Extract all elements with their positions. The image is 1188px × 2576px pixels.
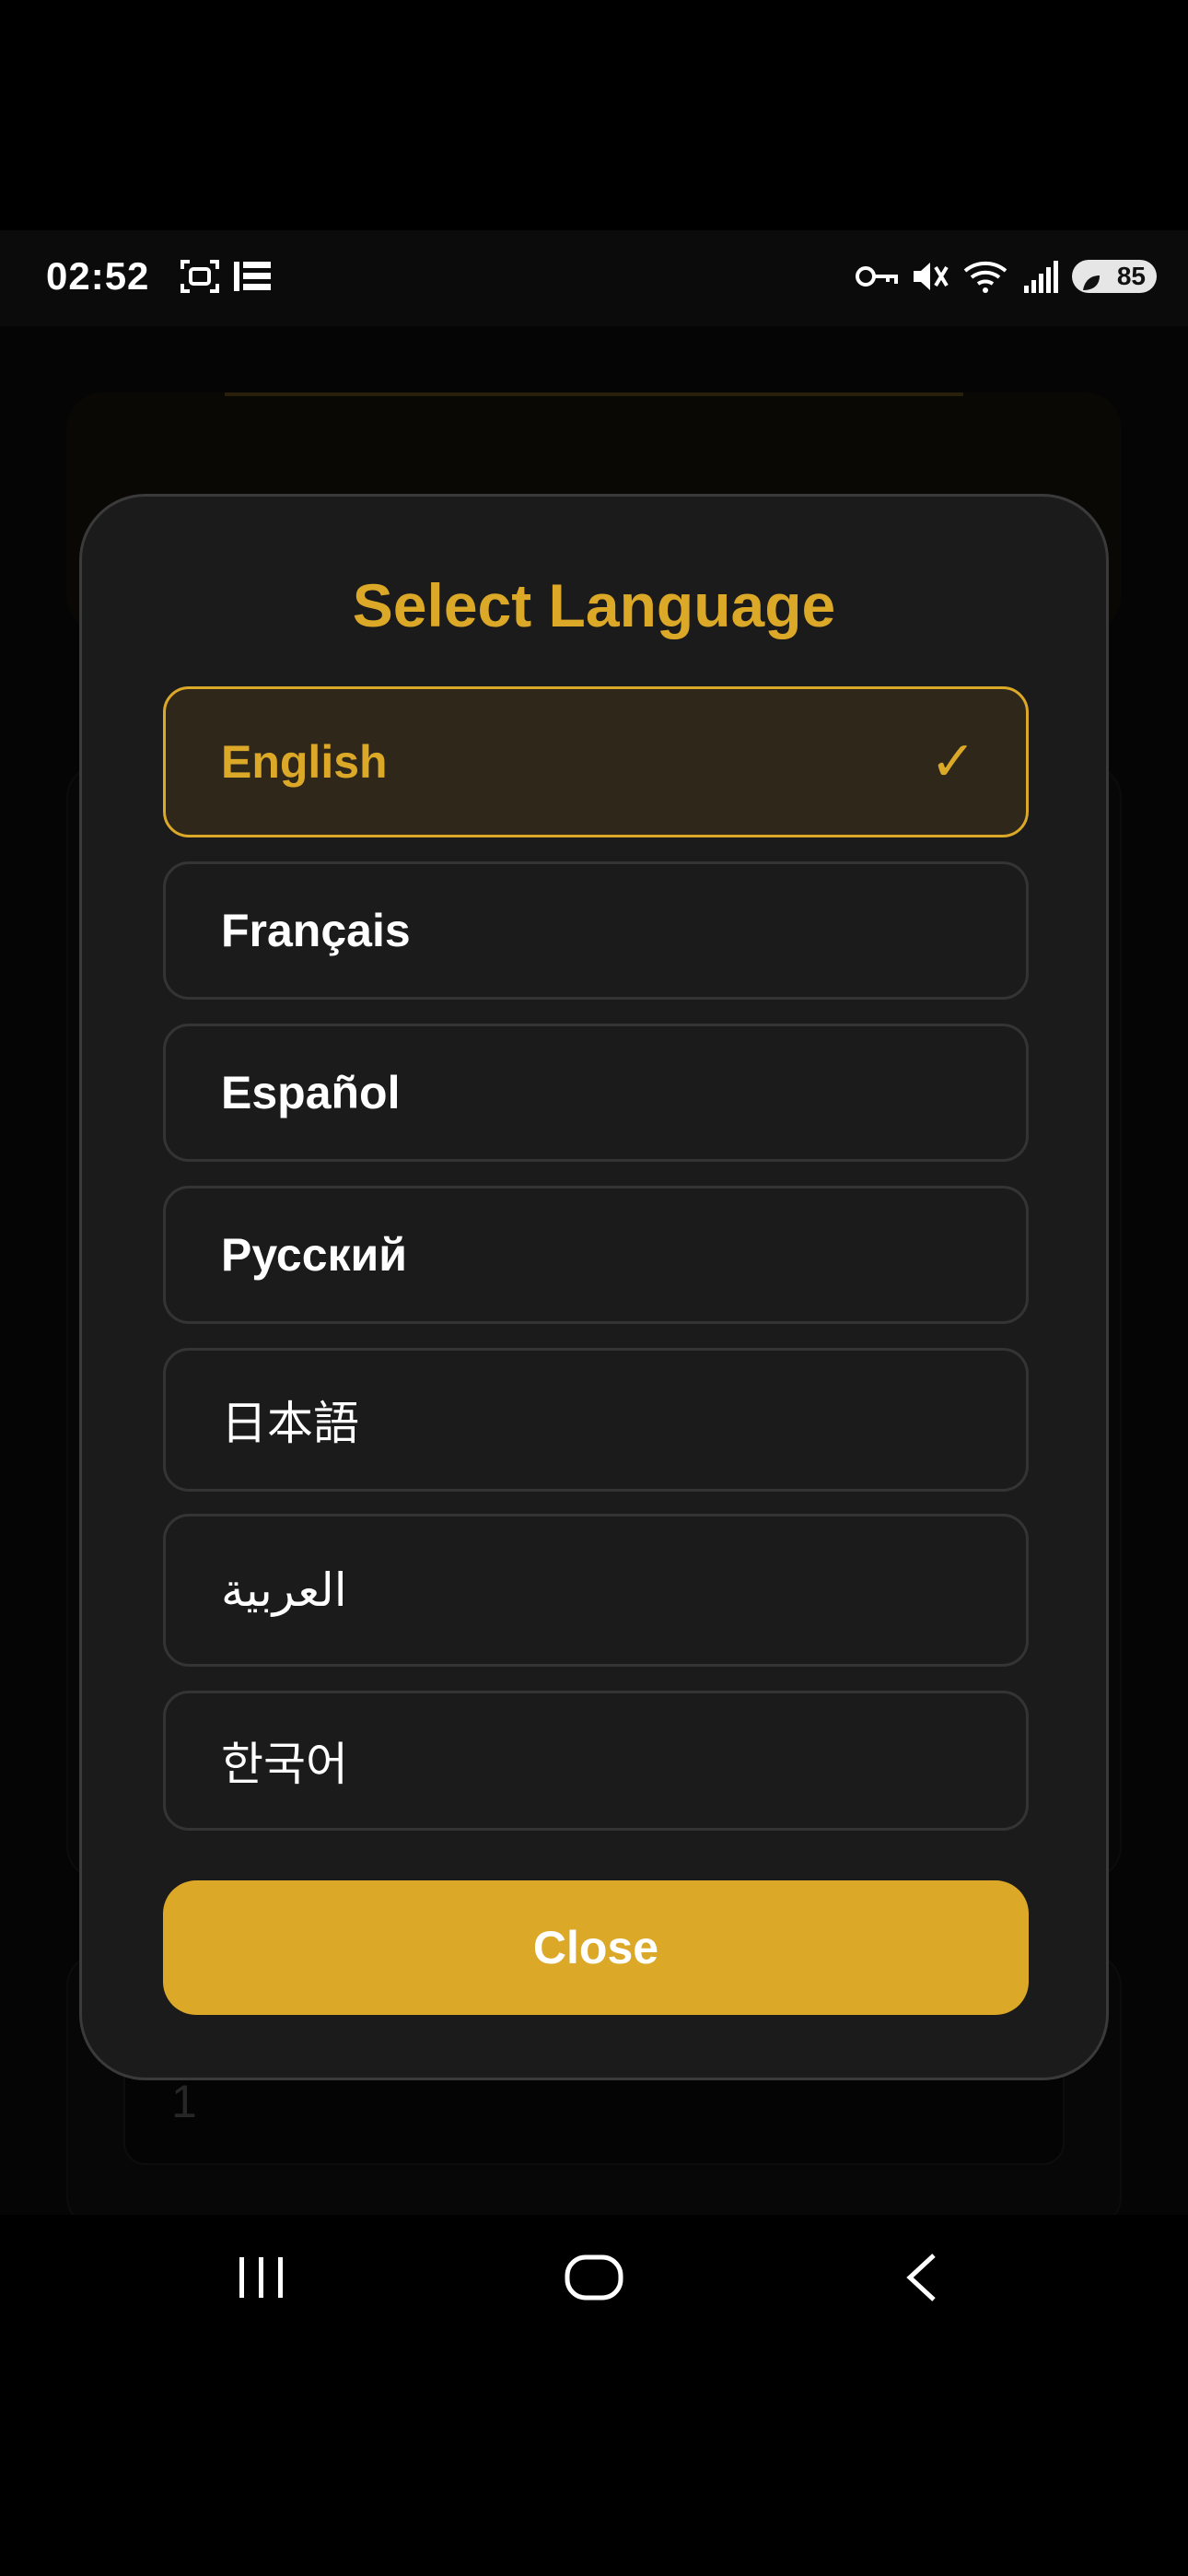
recent-apps-icon[interactable]: [234, 2250, 289, 2310]
language-label: Español: [221, 1067, 401, 1118]
language-label: Русский: [221, 1229, 408, 1281]
language-option-french[interactable]: Français: [163, 861, 1029, 1000]
language-label: العربية: [221, 1564, 347, 1616]
status-time: 02:52: [46, 254, 150, 298]
battery-level: 85: [1116, 262, 1146, 290]
language-option-japanese[interactable]: 日本語: [163, 1348, 1029, 1492]
check-icon: ✓: [929, 731, 976, 792]
screen: 02:52 85 1 Select: [0, 0, 1188, 2576]
wifi-icon: [961, 258, 1013, 299]
vpn-key-icon: [855, 263, 899, 294]
list-icon: [232, 258, 273, 299]
language-label: 한국어: [221, 1739, 348, 1790]
screenshot-icon: [181, 258, 219, 299]
language-modal: Select Language English ✓ Français Españ…: [79, 494, 1109, 2080]
language-label: 日本語: [221, 1398, 359, 1449]
back-icon[interactable]: [899, 2250, 945, 2310]
language-label: Français: [221, 905, 411, 956]
mute-icon: [910, 258, 950, 299]
battery-indicator: 85: [1072, 260, 1157, 293]
language-option-english[interactable]: English ✓: [163, 686, 1029, 837]
language-label: English: [221, 736, 388, 788]
home-icon[interactable]: [564, 2250, 624, 2310]
close-button[interactable]: Close: [163, 1880, 1029, 2015]
language-option-korean[interactable]: 한국어: [163, 1691, 1029, 1831]
battery-saver-icon: [1081, 267, 1101, 300]
language-option-russian[interactable]: Русский: [163, 1186, 1029, 1324]
navigation-bar: [0, 2215, 1188, 2344]
language-option-spanish[interactable]: Español: [163, 1024, 1029, 1162]
status-bar: 02:52 85: [0, 230, 1188, 326]
signal-icon: [1022, 258, 1061, 299]
language-option-arabic[interactable]: العربية: [163, 1514, 1029, 1667]
modal-title: Select Language: [352, 571, 836, 639]
